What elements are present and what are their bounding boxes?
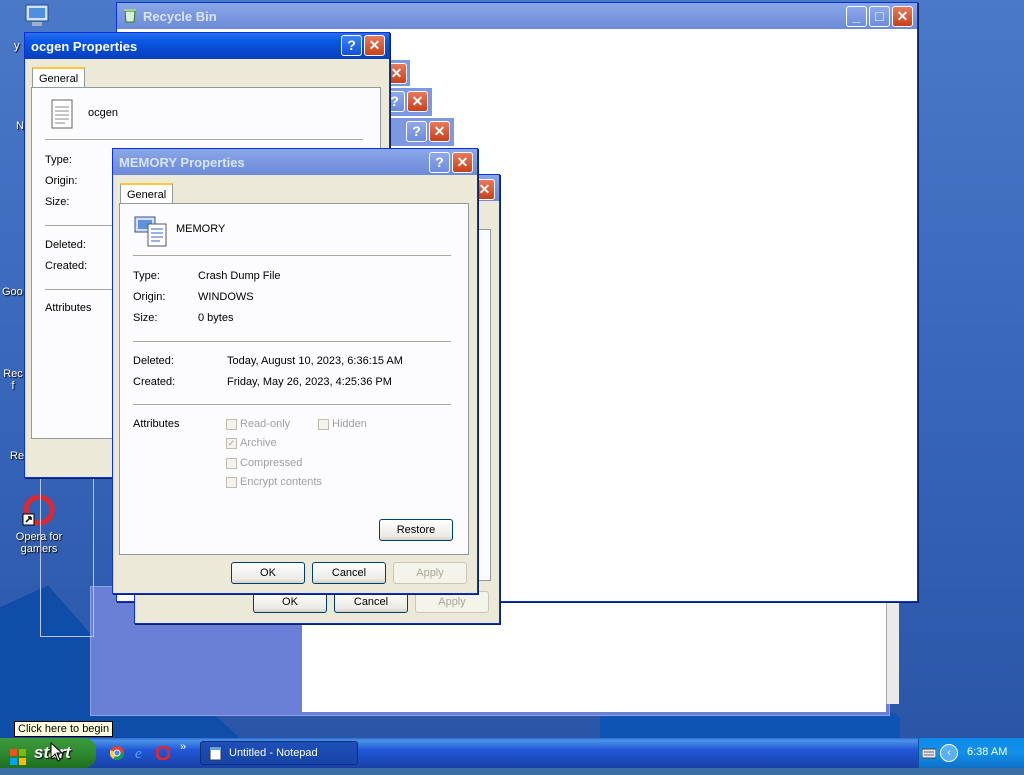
crash-dump-file-icon: [134, 214, 168, 248]
type-label: Type:: [133, 270, 160, 282]
dialog-titlebar[interactable]: ocgen Properties ? ✕: [25, 33, 389, 59]
start-tooltip: Click here to begin: [14, 721, 114, 737]
window-frame: [886, 588, 899, 704]
deleted-value: Today, August 10, 2023, 6:36:15 AM: [227, 355, 403, 367]
windows-logo-icon: [10, 745, 26, 765]
help-button[interactable]: ?: [341, 35, 362, 56]
close-button[interactable]: ✕: [407, 91, 428, 112]
tab-general[interactable]: General: [120, 183, 174, 203]
ok-button[interactable]: OK: [253, 591, 327, 613]
desktop-icon-label[interactable]: Re: [10, 450, 24, 462]
quicklaunch-chevron-icon[interactable]: »: [180, 741, 186, 753]
memory-properties-dialog: MEMORY Properties ? ✕ General MEMORY Typ…: [112, 148, 478, 594]
compressed-label: Compressed: [240, 457, 303, 469]
minimize-button[interactable]: _: [846, 6, 867, 27]
close-button[interactable]: ✕: [364, 35, 385, 56]
cancel-button[interactable]: Cancel: [334, 591, 408, 613]
ok-button[interactable]: OK: [231, 562, 305, 584]
notepad-icon: [209, 746, 222, 761]
divider: [45, 139, 363, 140]
tab-general[interactable]: General: [32, 67, 86, 87]
recycle-bin-titlebar[interactable]: Recycle Bin _ □ ✕: [117, 3, 917, 29]
compressed-checkbox[interactable]: [226, 458, 237, 469]
divider: [133, 255, 451, 256]
dialog-title: ocgen Properties: [31, 38, 138, 54]
hidden-checkbox[interactable]: [318, 419, 329, 430]
dialog-titlebar[interactable]: MEMORY Properties ? ✕: [113, 149, 477, 175]
size-label: Size:: [133, 312, 158, 324]
maximize-button[interactable]: □: [869, 6, 890, 27]
window-frame: [40, 470, 94, 637]
attributes-label: Attributes: [133, 418, 180, 430]
desktop-icon-label[interactable]: Rec f: [2, 368, 24, 392]
origin-value: WINDOWS: [198, 291, 254, 303]
internet-explorer-icon[interactable]: e: [133, 745, 149, 762]
deleted-label: Deleted:: [45, 239, 86, 251]
taskbar-button-notepad[interactable]: Untitled - Notepad: [200, 741, 358, 765]
close-button[interactable]: ✕: [892, 6, 913, 27]
origin-label: Origin:: [133, 291, 166, 303]
type-value: Crash Dump File: [198, 270, 281, 282]
attributes-label: Attributes: [45, 302, 92, 314]
text-file-icon: [51, 99, 73, 129]
archive-label: Archive: [240, 437, 277, 449]
mouse-cursor-icon: [50, 741, 64, 762]
tray-collapse-icon[interactable]: ‹: [940, 744, 958, 762]
desktop-icon-label[interactable]: Goo: [2, 286, 23, 298]
file-name: MEMORY: [176, 223, 226, 235]
hidden-label: Hidden: [332, 418, 367, 430]
keyboard-icon[interactable]: [921, 747, 937, 759]
file-name: ocgen: [88, 107, 118, 119]
read-only-label: Read-only: [240, 418, 291, 430]
recycle-bin-icon: [123, 8, 137, 23]
origin-label: Origin:: [45, 175, 78, 187]
help-button[interactable]: ?: [406, 121, 427, 142]
size-value: 0 bytes: [198, 312, 234, 324]
divider: [133, 341, 451, 342]
help-button[interactable]: ?: [429, 152, 450, 173]
close-button[interactable]: ✕: [452, 152, 473, 173]
archive-checkbox[interactable]: ✓: [226, 438, 237, 449]
size-label: Size:: [45, 196, 70, 208]
taskbar-button-label: Untitled - Notepad: [229, 747, 318, 759]
chrome-icon[interactable]: [109, 746, 124, 760]
start-button[interactable]: start: [0, 738, 96, 768]
dialog-title: MEMORY Properties: [119, 154, 245, 170]
window-title: Recycle Bin: [143, 8, 217, 24]
apply-button[interactable]: Apply: [393, 562, 467, 584]
my-computer-icon[interactable]: [22, 3, 54, 29]
type-label: Type:: [45, 154, 72, 166]
desktop-icon-label[interactable]: y: [14, 40, 20, 52]
encrypt-label: Encrypt contents: [240, 476, 322, 488]
encrypt-checkbox[interactable]: [226, 477, 237, 488]
opera-icon[interactable]: [155, 745, 171, 761]
dialog-frame: ? ✕: [382, 118, 454, 146]
clock[interactable]: 6:38 AM: [967, 746, 1007, 758]
cancel-button[interactable]: Cancel: [312, 562, 386, 584]
close-button[interactable]: ✕: [429, 121, 450, 142]
created-label: Created:: [133, 376, 176, 388]
created-label: Created:: [45, 260, 88, 272]
svg-text:e: e: [135, 746, 142, 761]
desktop-icon-label[interactable]: N: [16, 120, 24, 132]
created-value: Friday, May 26, 2023, 4:25:36 PM: [227, 376, 392, 388]
divider: [133, 404, 451, 405]
apply-button[interactable]: Apply: [415, 591, 489, 613]
deleted-label: Deleted:: [133, 355, 174, 367]
restore-button[interactable]: Restore: [379, 519, 453, 541]
taskbar: [0, 738, 1024, 768]
read-only-checkbox[interactable]: [226, 419, 237, 430]
